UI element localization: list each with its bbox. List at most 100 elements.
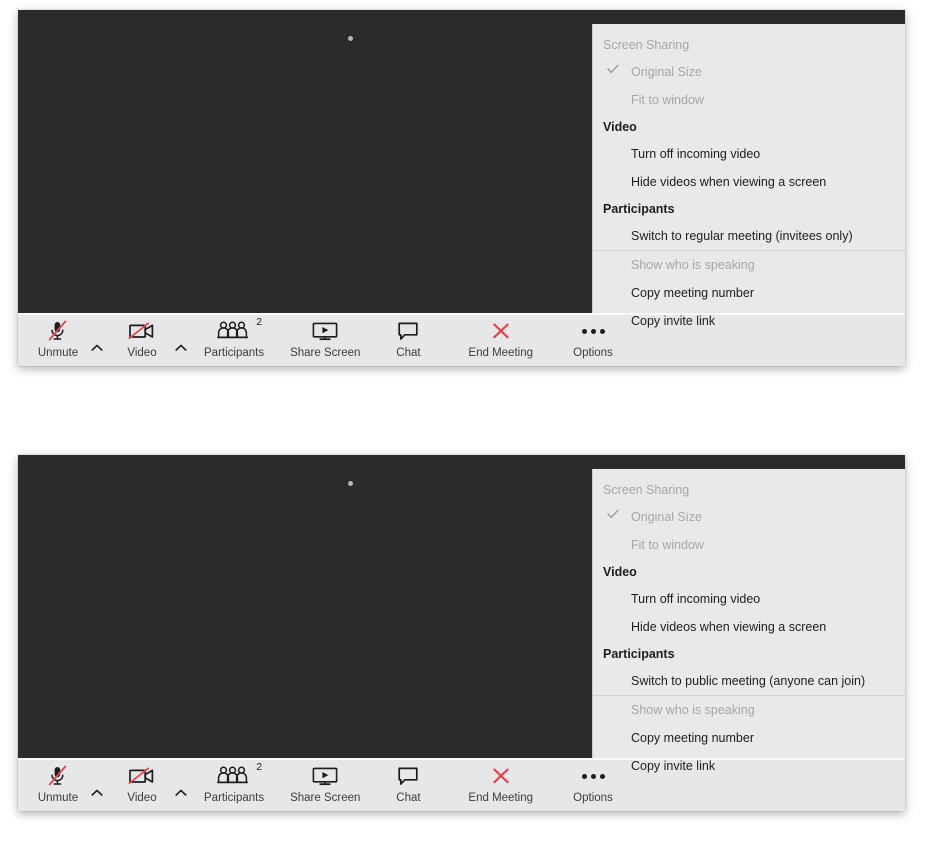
menu-item-label: Original Size [631,510,702,524]
video-stage[interactable] [18,24,592,313]
window-body: Screen Sharing Original Size Fit to wind… [18,469,905,773]
more-options-icon [581,319,605,343]
menu-item-switch-meeting-type[interactable]: Switch to regular meeting (invitees only… [593,222,905,251]
menu-item-label: Original Size [631,65,702,79]
menu-item-fit-to-window[interactable]: Fit to window [593,531,905,559]
video-indicator-dot [348,36,353,41]
options-button[interactable]: Options [565,315,621,360]
menu-item-label: Hide videos when viewing a screen [631,175,827,189]
menu-item-label: Show who is speaking [631,258,755,272]
options-label: Options [573,347,613,359]
check-icon [607,508,619,522]
share-screen-button[interactable]: Share Screen [284,315,366,360]
menu-item-switch-meeting-type[interactable]: Switch to public meeting (anyone can joi… [593,667,905,696]
video-camera-off-icon [126,764,158,788]
meeting-window-public: Screen Sharing Original Size Fit to wind… [18,455,905,811]
window-title-strip [18,455,905,469]
share-screen-icon [310,319,340,343]
more-options-icon [581,764,605,788]
menu-item-hide-videos-when-viewing-screen[interactable]: Hide videos when viewing a screen [593,168,905,196]
microphone-muted-icon [45,764,71,788]
video-button[interactable]: Video [114,760,170,805]
menu-item-show-who-is-speaking[interactable]: Show who is speaking [593,696,905,724]
menu-section-participants: Participants [603,202,675,216]
menu-section-screen-sharing: Screen Sharing [603,483,690,497]
microphone-muted-icon [45,319,71,343]
video-label: Video [127,347,157,359]
menu-item-label: Copy invite link [631,759,716,773]
participants-count-badge: 2 [256,761,263,773]
video-options-caret[interactable] [174,774,188,798]
audio-options-caret[interactable] [90,329,104,353]
menu-item-fit-to-window[interactable]: Fit to window [593,86,905,114]
chat-bubble-icon [395,764,421,788]
options-menu-panel: Screen Sharing Original Size Fit to wind… [592,24,905,328]
video-options-caret[interactable] [174,329,188,353]
menu-item-label: Copy meeting number [631,731,754,745]
menu-item-label: Turn off incoming video [631,592,761,606]
video-button[interactable]: Video [114,315,170,360]
meeting-window-invitees: Screen Sharing Original Size Fit to wind… [18,10,905,366]
share-screen-icon [310,764,340,788]
end-meeting-button[interactable]: End Meeting [462,760,539,805]
chat-button[interactable]: Chat [380,760,436,805]
menu-item-turn-off-incoming-video[interactable]: Turn off incoming video [593,140,905,168]
participants-button[interactable]: 2 Participants [198,315,270,360]
audio-options-caret[interactable] [90,774,104,798]
menu-section-screen-sharing: Screen Sharing [603,38,690,52]
menu-item-label: Hide videos when viewing a screen [631,620,827,634]
menu-item-show-who-is-speaking[interactable]: Show who is speaking [593,251,905,279]
participants-label: Participants [204,792,265,804]
chat-label: Chat [396,792,421,804]
menu-item-label: Turn off incoming video [631,147,761,161]
menu-item-label: Fit to window [631,538,704,552]
menu-item-label: Copy meeting number [631,286,754,300]
participants-button[interactable]: 2 Participants [198,760,270,805]
unmute-button[interactable]: Unmute [30,315,86,360]
chat-bubble-icon [395,319,421,343]
menu-item-label: Switch to regular meeting (invitees only… [631,229,853,243]
end-meeting-label: End Meeting [468,347,533,359]
menu-item-copy-meeting-number[interactable]: Copy meeting number [593,724,905,752]
screenshot-root: Screen Sharing Original Size Fit to wind… [0,0,925,848]
menu-item-copy-meeting-number[interactable]: Copy meeting number [593,279,905,307]
window-body: Screen Sharing Original Size Fit to wind… [18,24,905,328]
unmute-label: Unmute [37,792,79,804]
end-meeting-label: End Meeting [468,792,533,804]
window-title-strip [18,10,905,24]
menu-item-turn-off-incoming-video[interactable]: Turn off incoming video [593,585,905,613]
chat-button[interactable]: Chat [380,315,436,360]
close-x-icon [488,319,514,343]
close-x-icon [488,764,514,788]
options-button[interactable]: Options [565,760,621,805]
menu-item-hide-videos-when-viewing-screen[interactable]: Hide videos when viewing a screen [593,613,905,641]
participants-icon: 2 [215,762,262,788]
video-camera-off-icon [126,319,158,343]
participants-label: Participants [204,347,265,359]
menu-item-label: Fit to window [631,93,704,107]
options-label: Options [573,792,613,804]
participants-icon: 2 [215,317,262,343]
menu-section-video: Video [603,565,637,579]
menu-item-label: Show who is speaking [631,703,755,717]
check-icon [607,63,619,77]
menu-item-label: Switch to public meeting (anyone can joi… [631,674,866,688]
menu-section-participants: Participants [603,647,675,661]
menu-section-video: Video [603,120,637,134]
menu-item-label: Copy invite link [631,314,716,328]
share-screen-label: Share Screen [290,792,361,804]
chat-label: Chat [396,347,421,359]
share-screen-label: Share Screen [290,347,361,359]
video-indicator-dot [348,481,353,486]
menu-item-original-size[interactable]: Original Size [593,503,905,531]
menu-item-copy-invite-link[interactable]: Copy invite link [593,752,905,780]
menu-item-original-size[interactable]: Original Size [593,58,905,86]
options-menu-panel: Screen Sharing Original Size Fit to wind… [592,469,905,773]
menu-item-copy-invite-link[interactable]: Copy invite link [593,307,905,335]
video-stage[interactable] [18,469,592,758]
unmute-button[interactable]: Unmute [30,760,86,805]
share-screen-button[interactable]: Share Screen [284,760,366,805]
unmute-label: Unmute [37,347,79,359]
end-meeting-button[interactable]: End Meeting [462,315,539,360]
video-label: Video [127,792,157,804]
